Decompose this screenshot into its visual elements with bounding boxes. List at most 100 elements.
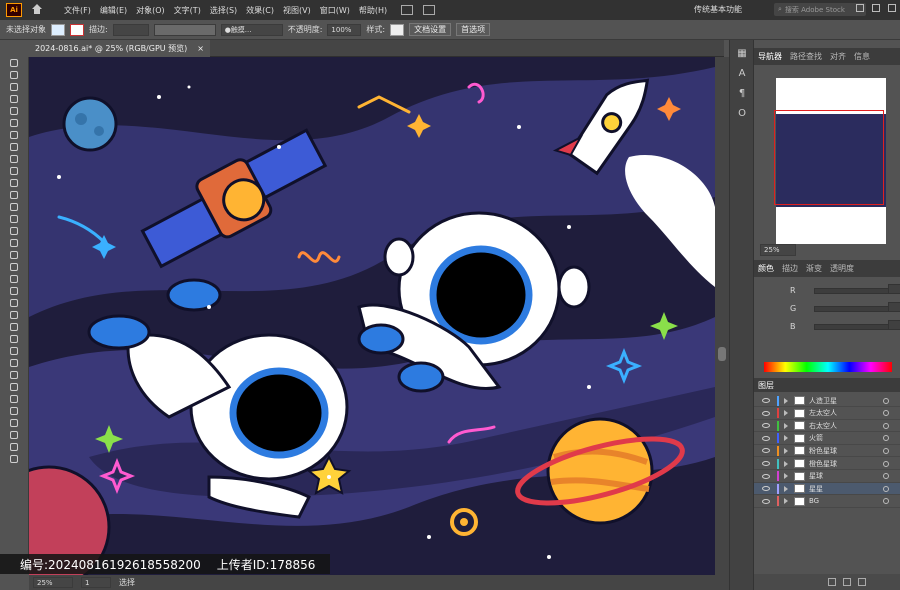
fill-swatch[interactable] xyxy=(51,23,65,36)
new-layer-icon[interactable] xyxy=(843,578,851,586)
scroll-thumb[interactable] xyxy=(718,347,726,361)
g-value[interactable] xyxy=(888,302,900,312)
line-tool-icon[interactable] xyxy=(8,142,21,153)
stock-search-input[interactable]: ⌕ 搜索 Adobe Stock xyxy=(774,3,866,16)
workspace-switcher[interactable]: 传统基本功能 xyxy=(694,4,742,15)
preferences-button[interactable]: 首选项 xyxy=(456,23,491,36)
perspective-tool-icon[interactable] xyxy=(8,274,21,285)
tab-info[interactable]: 信息 xyxy=(854,51,870,62)
menu-select[interactable]: 选择(S) xyxy=(210,5,237,16)
mesh-tool-icon[interactable] xyxy=(8,286,21,297)
artboard-tool-icon[interactable] xyxy=(8,358,21,369)
brush-select[interactable]: ● 触摸... xyxy=(220,23,283,36)
shaper-tool-icon[interactable] xyxy=(8,178,21,189)
menu-help[interactable]: 帮助(H) xyxy=(359,5,387,16)
tab-gradient[interactable]: 渐变 xyxy=(806,263,822,274)
target-circle-icon[interactable] xyxy=(883,473,889,480)
color-spectrum[interactable] xyxy=(764,362,892,372)
paragraph-icon[interactable]: ¶ xyxy=(736,88,748,100)
slice-tool-icon[interactable] xyxy=(8,370,21,381)
eraser-tool-icon[interactable] xyxy=(8,202,21,213)
menu-window[interactable]: 窗口(W) xyxy=(320,5,350,16)
expand-arrow-icon[interactable] xyxy=(784,498,788,505)
visibility-eye-icon[interactable] xyxy=(762,423,770,429)
visibility-eye-icon[interactable] xyxy=(762,486,770,492)
magic-wand-tool-icon[interactable] xyxy=(8,82,21,93)
expand-arrow-icon[interactable] xyxy=(784,460,788,467)
menu-file[interactable]: 文件(F) xyxy=(64,5,91,16)
navigator-zoom[interactable]: 25% xyxy=(760,244,796,256)
screen-mode-tool-icon[interactable] xyxy=(8,442,21,453)
gpu-icon[interactable] xyxy=(423,5,436,15)
tab-layers[interactable]: 图层 xyxy=(758,380,774,391)
menu-view[interactable]: 视图(V) xyxy=(283,5,311,16)
column-graph-tool-icon[interactable] xyxy=(8,346,21,357)
menu-object[interactable]: 对象(O) xyxy=(136,5,165,16)
tab-navigator[interactable]: 导航器 xyxy=(758,51,782,62)
visibility-eye-icon[interactable] xyxy=(762,461,770,466)
tab-pathfinder[interactable]: 路径查找 xyxy=(790,51,822,62)
r-value[interactable] xyxy=(888,284,900,294)
free-transform-tool-icon[interactable] xyxy=(8,250,21,261)
shape-builder-tool-icon[interactable] xyxy=(8,262,21,273)
expand-arrow-icon[interactable] xyxy=(784,447,788,454)
opentype-icon[interactable]: O xyxy=(736,108,748,120)
pencil-tool-icon[interactable] xyxy=(8,190,21,201)
symbol-sprayer-tool-icon[interactable] xyxy=(8,334,21,345)
rectangle-tool-icon[interactable] xyxy=(8,154,21,165)
minimize-button[interactable] xyxy=(856,4,864,12)
menu-edit[interactable]: 编辑(E) xyxy=(100,5,127,16)
width-tool-icon[interactable] xyxy=(8,238,21,249)
stroke-swatch[interactable] xyxy=(70,23,84,36)
tab-stroke[interactable]: 描边 xyxy=(782,263,798,274)
visibility-eye-icon[interactable] xyxy=(762,435,770,441)
new-sublayer-icon[interactable] xyxy=(828,578,836,586)
target-circle-icon[interactable] xyxy=(883,447,889,454)
rotate-tool-icon[interactable] xyxy=(8,214,21,225)
tab-transparency[interactable]: 透明度 xyxy=(830,263,854,274)
maximize-button[interactable] xyxy=(872,4,880,12)
swap-colors-tool-icon[interactable] xyxy=(8,418,21,429)
tab-align[interactable]: 对齐 xyxy=(830,51,846,62)
fill-stroke-tool-icon[interactable] xyxy=(8,406,21,417)
visibility-eye-icon[interactable] xyxy=(762,473,770,479)
selection-tool-icon[interactable] xyxy=(8,58,21,69)
layer-row[interactable]: 橙色星球 xyxy=(754,458,900,470)
character-icon[interactable]: A xyxy=(736,68,748,80)
target-circle-icon[interactable] xyxy=(883,435,889,442)
expand-arrow-icon[interactable] xyxy=(784,435,788,442)
navigator-view-box[interactable] xyxy=(774,110,884,205)
close-button[interactable] xyxy=(888,4,896,12)
pen-tool-icon[interactable] xyxy=(8,106,21,117)
hand-tool-icon[interactable] xyxy=(8,382,21,393)
layer-row[interactable]: 粉色星球 xyxy=(754,445,900,458)
expand-arrow-icon[interactable] xyxy=(784,410,788,417)
layer-row[interactable]: 星星 xyxy=(754,483,900,496)
tab-color[interactable]: 颜色 xyxy=(758,263,774,274)
layer-row[interactable]: 火箭 xyxy=(754,433,900,445)
layer-row[interactable]: 左太空人 xyxy=(754,408,900,420)
delete-layer-icon[interactable] xyxy=(858,578,866,586)
scale-tool-icon[interactable] xyxy=(8,226,21,237)
visibility-eye-icon[interactable] xyxy=(762,398,770,403)
target-circle-icon[interactable] xyxy=(883,485,889,492)
b-value[interactable] xyxy=(888,320,900,330)
variable-width-select[interactable] xyxy=(153,23,216,36)
paintbrush-tool-icon[interactable] xyxy=(8,166,21,177)
blend-tool-icon[interactable] xyxy=(8,322,21,333)
menu-type[interactable]: 文字(T) xyxy=(174,5,201,16)
eyedropper-tool-icon[interactable] xyxy=(8,310,21,321)
visibility-eye-icon[interactable] xyxy=(762,410,770,416)
target-circle-icon[interactable] xyxy=(883,498,889,505)
opacity-input[interactable]: 100% xyxy=(327,23,362,36)
home-icon[interactable] xyxy=(30,3,44,17)
arrange-documents-icon[interactable] xyxy=(401,5,414,15)
edit-toolbar-tool-icon[interactable] xyxy=(8,454,21,465)
target-circle-icon[interactable] xyxy=(883,422,889,429)
menu-effect[interactable]: 效果(C) xyxy=(246,5,274,16)
graphic-style-swatch[interactable] xyxy=(390,23,405,36)
zoom-tool-icon[interactable] xyxy=(8,394,21,405)
artboard-select[interactable]: 1 xyxy=(81,577,111,588)
target-circle-icon[interactable] xyxy=(883,410,889,417)
layer-row[interactable]: 人造卫星 xyxy=(754,395,900,407)
